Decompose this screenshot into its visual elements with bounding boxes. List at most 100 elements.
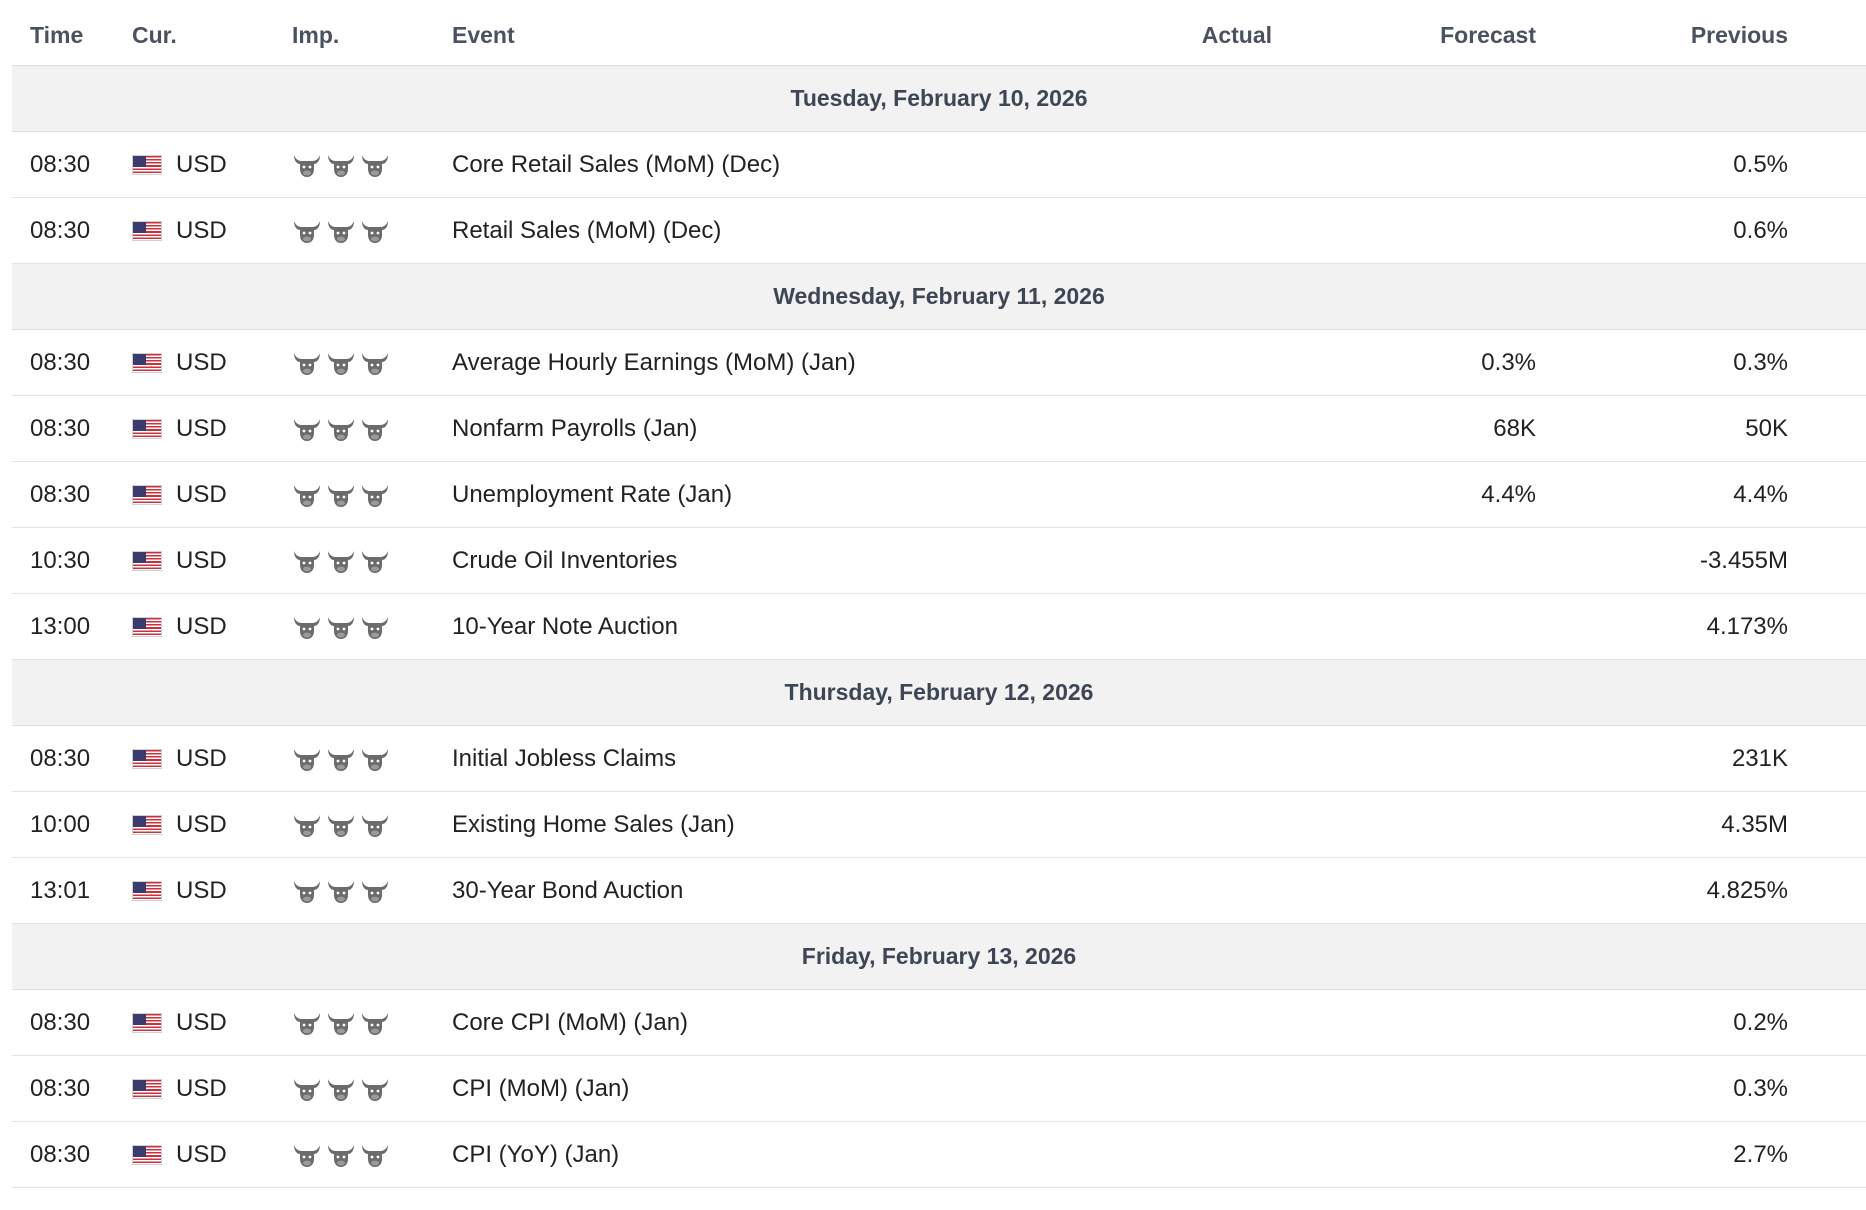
event-currency: USD — [176, 612, 227, 640]
bull-icon — [292, 350, 322, 376]
column-header-time[interactable]: Time — [12, 22, 132, 49]
bull-icon — [292, 152, 322, 178]
event-name[interactable]: Unemployment Rate (Jan) — [452, 481, 1112, 509]
us-flag-icon — [132, 352, 162, 373]
table-row[interactable]: 08:30 USD CPI (YoY) (Jan) 2.7% — [12, 1122, 1866, 1188]
bull-icon — [292, 218, 322, 244]
event-importance — [292, 1142, 452, 1168]
bull-icon — [326, 614, 356, 640]
column-header-event[interactable]: Event — [452, 22, 1112, 49]
event-previous: 50K — [1745, 414, 1788, 442]
table-row[interactable]: 08:30 USD Retail Sales (MoM) (Dec) 0.6% — [12, 198, 1866, 264]
day-header-label: Thursday, February 12, 2026 — [784, 679, 1094, 705]
us-flag-icon — [132, 550, 162, 571]
table-row[interactable]: 08:30 USD Average Hourly Earnings (MoM) (J… — [12, 330, 1866, 396]
bull-icon — [292, 1010, 322, 1036]
event-currency-cell: USD — [132, 1009, 292, 1037]
event-importance — [292, 614, 452, 640]
event-currency-cell: USD — [132, 613, 292, 641]
event-importance — [292, 812, 452, 838]
event-previous: 0.5% — [1733, 150, 1788, 178]
table-row[interactable]: 08:30 USD Core Retail Sales (MoM) (Dec) 0.5… — [12, 132, 1866, 198]
event-time: 10:30 — [30, 546, 91, 574]
event-currency: USD — [176, 876, 227, 904]
event-previous: 231K — [1731, 744, 1788, 772]
bull-icon — [326, 812, 356, 838]
table-row[interactable]: 08:30 USD Nonfarm Payrolls (Jan) 68K 50K — [12, 396, 1866, 462]
column-header-currency[interactable]: Cur. — [132, 22, 292, 49]
event-time: 08:30 — [30, 414, 91, 442]
event-name[interactable]: 30-Year Bond Auction — [452, 877, 1112, 905]
us-flag-icon — [132, 748, 162, 769]
table-row[interactable]: 08:30 USD Initial Jobless Claims 231K — [12, 726, 1866, 792]
bull-icon — [326, 152, 356, 178]
event-importance — [292, 746, 452, 772]
bull-icon — [326, 1076, 356, 1102]
bull-icon — [326, 1010, 356, 1036]
bull-icon — [292, 1142, 322, 1168]
event-currency: USD — [176, 414, 227, 442]
economic-calendar-table: Time Cur. Imp. Event Actual Forecast Pre… — [12, 6, 1866, 1188]
event-name[interactable]: Average Hourly Earnings (MoM) (Jan) — [452, 349, 1112, 377]
event-name[interactable]: Nonfarm Payrolls (Jan) — [452, 415, 1112, 443]
event-name[interactable]: Retail Sales (MoM) (Dec) — [452, 217, 1112, 245]
event-importance — [292, 482, 452, 508]
event-name[interactable]: Existing Home Sales (Jan) — [452, 811, 1112, 839]
bull-icon — [326, 878, 356, 904]
event-time: 08:30 — [30, 480, 91, 508]
table-row[interactable]: 08:30 USD Core CPI (MoM) (Jan) 0.2% — [12, 990, 1866, 1056]
us-flag-icon — [132, 484, 162, 505]
event-previous: 2.7% — [1733, 1140, 1788, 1168]
event-importance — [292, 152, 452, 178]
event-previous: 4.4% — [1733, 480, 1788, 508]
event-forecast: 68K — [1493, 414, 1536, 442]
column-header-actual[interactable]: Actual — [1112, 22, 1272, 49]
event-name[interactable]: Initial Jobless Claims — [452, 745, 1112, 773]
event-previous: -3.455M — [1699, 546, 1788, 574]
column-header-previous[interactable]: Previous — [1536, 22, 1788, 49]
bull-icon — [360, 614, 390, 640]
table-header: Time Cur. Imp. Event Actual Forecast Pre… — [12, 6, 1866, 66]
us-flag-icon — [132, 880, 162, 901]
bull-icon — [326, 548, 356, 574]
table-row[interactable]: 13:00 USD 10-Year Note Auction 4.173% — [12, 594, 1866, 660]
bull-icon — [326, 1142, 356, 1168]
event-time: 08:30 — [30, 1140, 91, 1168]
event-name[interactable]: Core Retail Sales (MoM) (Dec) — [452, 151, 1112, 179]
event-currency-cell: USD — [132, 415, 292, 443]
day-header-row: Wednesday, February 11, 2026 — [12, 264, 1866, 330]
bull-icon — [292, 746, 322, 772]
event-time: 08:30 — [30, 348, 91, 376]
event-name[interactable]: CPI (YoY) (Jan) — [452, 1141, 1112, 1169]
event-name[interactable]: Core CPI (MoM) (Jan) — [452, 1009, 1112, 1037]
column-header-forecast[interactable]: Forecast — [1272, 22, 1536, 49]
event-time: 08:30 — [30, 1074, 91, 1102]
bull-icon — [326, 746, 356, 772]
event-name[interactable]: CPI (MoM) (Jan) — [452, 1075, 1112, 1103]
event-previous: 0.2% — [1733, 1008, 1788, 1036]
bull-icon — [326, 350, 356, 376]
event-name[interactable]: 10-Year Note Auction — [452, 613, 1112, 641]
event-currency: USD — [176, 216, 227, 244]
table-row[interactable]: 08:30 USD Unemployment Rate (Jan) 4.4% 4.4% — [12, 462, 1866, 528]
bull-icon — [292, 482, 322, 508]
bull-icon — [360, 548, 390, 574]
day-header-label: Friday, February 13, 2026 — [801, 943, 1077, 969]
bull-icon — [292, 812, 322, 838]
table-body: Tuesday, February 10, 2026 08:30 USD Core R… — [12, 66, 1866, 1188]
event-currency-cell: USD — [132, 1141, 292, 1169]
us-flag-icon — [132, 418, 162, 439]
event-importance — [292, 548, 452, 574]
us-flag-icon — [132, 1144, 162, 1165]
bull-icon — [360, 350, 390, 376]
bull-icon — [360, 482, 390, 508]
table-row[interactable]: 08:30 USD CPI (MoM) (Jan) 0.3% — [12, 1056, 1866, 1122]
event-previous: 4.173% — [1706, 612, 1788, 640]
table-row[interactable]: 10:00 USD Existing Home Sales (Jan) 4.35M — [12, 792, 1866, 858]
us-flag-icon — [132, 814, 162, 835]
bull-icon — [360, 218, 390, 244]
event-name[interactable]: Crude Oil Inventories — [452, 547, 1112, 575]
table-row[interactable]: 13:01 USD 30-Year Bond Auction 4.825% — [12, 858, 1866, 924]
column-header-importance[interactable]: Imp. — [292, 22, 452, 49]
table-row[interactable]: 10:30 USD Crude Oil Inventories -3.455M — [12, 528, 1866, 594]
